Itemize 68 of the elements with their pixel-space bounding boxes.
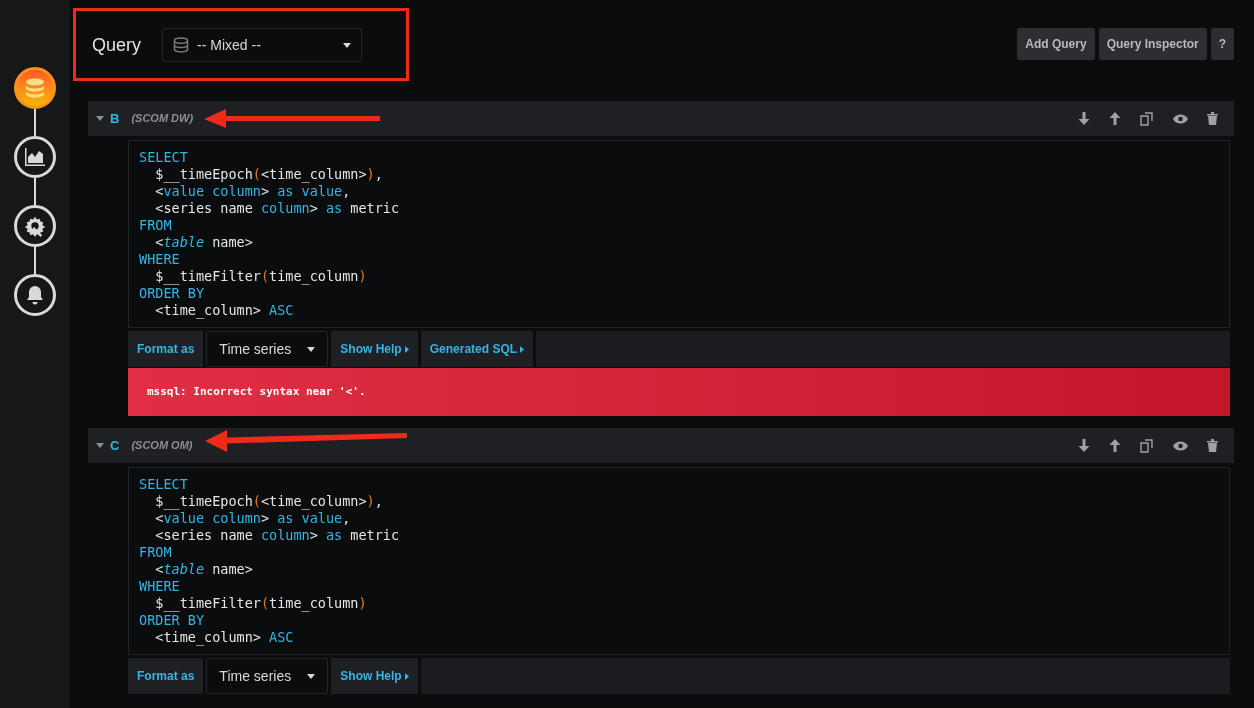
- caret-icon: [96, 443, 104, 448]
- datasource-select[interactable]: -- Mixed --: [162, 28, 363, 62]
- toolbar-button[interactable]: Add Query: [1017, 28, 1095, 60]
- caret-right-icon: [404, 345, 409, 353]
- area-chart-icon: [24, 147, 46, 167]
- code-line: $__timeFilter(time_column): [154, 595, 368, 612]
- arrow-up-icon[interactable]: [1109, 439, 1121, 452]
- database-icon: [173, 37, 190, 53]
- collapse-toggle[interactable]: [96, 116, 104, 121]
- code-line: $__timeEpoch(<time_column>),: [154, 493, 384, 510]
- sidebar-step[interactable]: [14, 136, 56, 178]
- toggle-link[interactable]: Show Help: [331, 331, 418, 367]
- settings-icon: [24, 215, 46, 237]
- sidebar-step[interactable]: [14, 67, 56, 109]
- code-line: ORDER BY: [139, 285, 206, 302]
- code-line: <table name>: [154, 561, 254, 578]
- toolbar-button[interactable]: ?: [1210, 28, 1234, 60]
- code-line: $__timeFilter(time_column): [154, 268, 368, 285]
- bell-icon: [24, 284, 46, 306]
- code-line: <series name column> as metric: [154, 200, 401, 217]
- query-title: Query: [92, 33, 142, 57]
- sidebar-step[interactable]: [14, 274, 56, 316]
- eye-icon[interactable]: [1173, 440, 1188, 451]
- format-label: Format as: [128, 658, 204, 694]
- duplicate-icon[interactable]: [1140, 111, 1154, 126]
- error-banner: mssql: Incorrect syntax near '<'.: [128, 368, 1230, 416]
- duplicate-icon[interactable]: [1140, 438, 1154, 453]
- code-line: <table name>: [154, 234, 254, 251]
- toggle-link[interactable]: Show Help: [331, 658, 418, 694]
- database-icon: [24, 77, 46, 99]
- code-line: ORDER BY: [139, 612, 206, 629]
- query-ref-label: B: [110, 109, 120, 128]
- caret-right-icon: [520, 345, 525, 353]
- query-ref-label: C: [110, 436, 120, 455]
- code-editor[interactable]: SELECT $__timeEpoch(<time_column>), <value column> as value, <series name column> as metric FROM <table name> WHERE $__timeFilter(time_column) ORDER BY <time_column> ASC: [128, 140, 1230, 328]
- datasource-label: (SCOM DW): [131, 111, 194, 127]
- eye-icon[interactable]: [1173, 113, 1188, 124]
- code-line: <value column> as value,: [154, 510, 352, 527]
- code-line: $__timeEpoch(<time_column>),: [154, 166, 384, 183]
- collapse-toggle[interactable]: [96, 443, 104, 448]
- code-line: WHERE: [139, 251, 181, 268]
- trash-icon[interactable]: [1207, 112, 1218, 125]
- arrow-down-icon[interactable]: [1078, 439, 1090, 452]
- caret-icon: [343, 42, 352, 48]
- caret-icon: [307, 346, 316, 352]
- format-label: Format as: [128, 331, 204, 367]
- caret-icon: [96, 116, 104, 121]
- code-line: FROM: [139, 544, 173, 561]
- caret-icon: [307, 673, 316, 679]
- format-select[interactable]: Time series: [206, 658, 329, 694]
- code-line: FROM: [139, 217, 173, 234]
- code-editor[interactable]: SELECT $__timeEpoch(<time_column>), <value column> as value, <series name column> as metric FROM <table name> WHERE $__timeFilter(time_column) ORDER BY <time_column> ASC: [128, 467, 1230, 655]
- toolbar-button[interactable]: Query Inspector: [1098, 28, 1207, 60]
- code-line: SELECT: [139, 476, 189, 493]
- caret-right-icon: [404, 672, 409, 680]
- code-line: WHERE: [139, 578, 181, 595]
- format-select[interactable]: Time series: [206, 331, 329, 367]
- datasource-label: (SCOM OM): [131, 438, 193, 454]
- code-line: <value column> as value,: [154, 183, 352, 200]
- code-line: <time_column> ASC: [154, 302, 295, 319]
- toggle-link[interactable]: Generated SQL: [420, 331, 534, 367]
- code-line: SELECT: [139, 149, 189, 166]
- trash-icon[interactable]: [1207, 439, 1218, 452]
- sidebar-step[interactable]: [14, 205, 56, 247]
- arrow-down-icon[interactable]: [1078, 112, 1090, 125]
- code-line: <time_column> ASC: [154, 629, 295, 646]
- code-line: <series name column> as metric: [154, 527, 401, 544]
- arrow-up-icon[interactable]: [1109, 112, 1121, 125]
